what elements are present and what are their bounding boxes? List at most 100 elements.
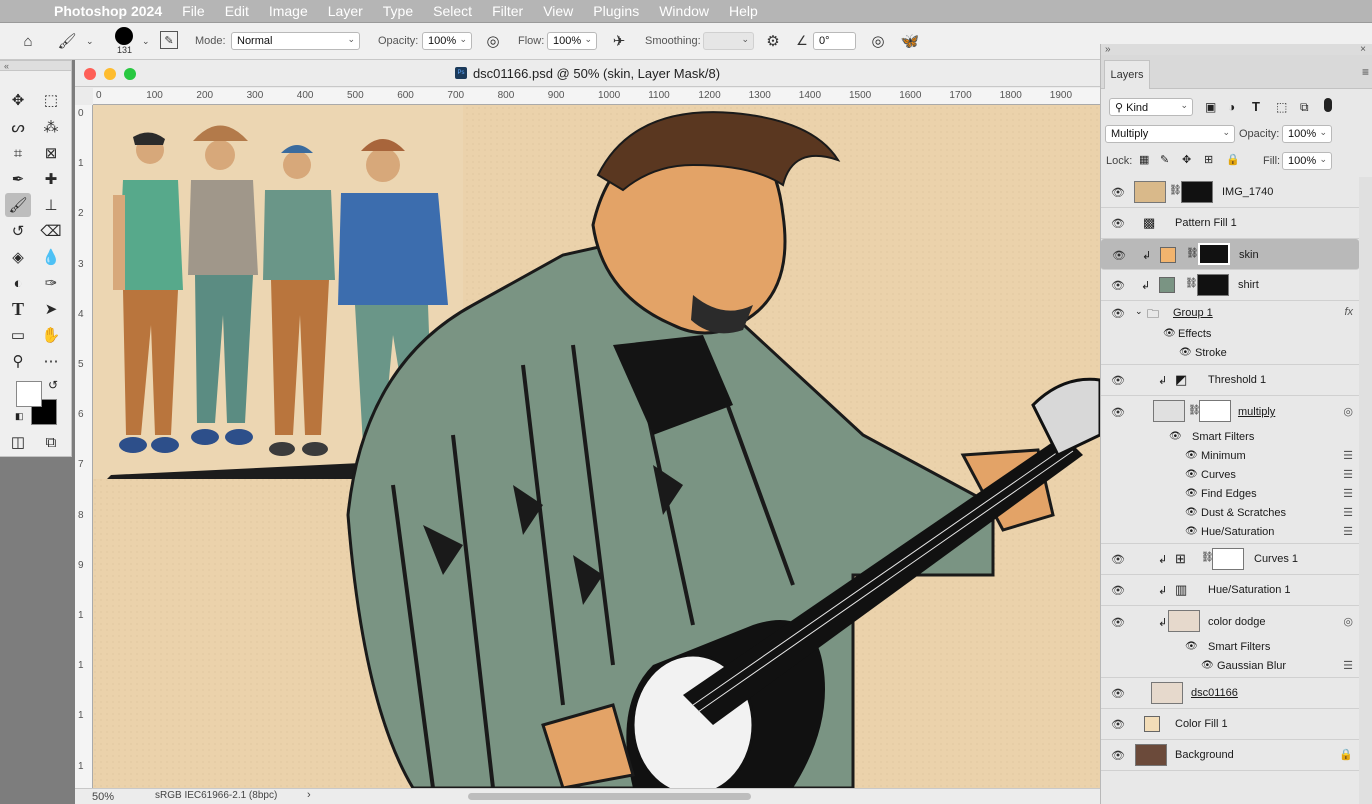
smart-filters-row[interactable]: 👁 Smart Filters [1101,638,1359,657]
visibility-eye-icon[interactable]: 👁 [1111,279,1125,292]
layer-row[interactable]: 👁 ↲ ◩ Threshold 1 [1101,365,1359,396]
flow-input[interactable]: 100% ⌄ [547,32,597,50]
layer-row[interactable]: 👁 Color Fill 1 [1101,709,1359,740]
quick-mask-icon[interactable]: ◫ [5,430,31,454]
brush-tool-icon[interactable]: 🖌 [5,193,31,217]
layers-panel-header[interactable]: » × [1101,44,1372,55]
visibility-eye-icon[interactable]: 👁 [1111,553,1125,566]
fill-input[interactable]: 100% ⌄ [1282,152,1332,170]
close-window-button[interactable] [84,68,96,80]
smart-filter-icon[interactable]: ◎ [1343,405,1353,418]
layer-group-row[interactable]: 👁 ⌄ 🗀 Group 1 fx [1101,301,1359,325]
ruler-vertical[interactable]: 0 1 2 3 4 5 6 7 8 9 1 1 1 1 [75,105,93,788]
smart-filter-row[interactable]: 👁 Find Edges ☰ [1101,485,1359,504]
eraser-icon[interactable]: ⌫ [38,219,64,243]
filter-shape-icon[interactable]: ⬚ [1276,100,1287,114]
filter-options-icon[interactable]: ☰ [1343,525,1353,538]
ruler-horizontal[interactable]: 0 100 200 300 400 500 600 700 800 900 1000 1100 1200… [93,88,1100,105]
menu-type[interactable]: Type [373,3,423,19]
layer-row[interactable]: 👁 ↲ ⊞ ⛓ Curves 1 [1101,544,1359,575]
menu-file[interactable]: File [172,3,215,19]
close-panel-icon[interactable]: × [1360,44,1366,55]
visibility-eye-icon[interactable]: 👁 [1201,660,1214,671]
filter-options-icon[interactable]: ☰ [1343,487,1353,500]
menu-filter[interactable]: Filter [482,3,533,19]
chevron-down-icon[interactable]: ⌄ [1135,306,1143,317]
smart-object-row[interactable]: 👁 ↲ color dodge ◎ [1101,606,1359,638]
move-tool-icon[interactable]: ✥ [5,88,31,112]
smart-filter-row[interactable]: 👁 Hue/Saturation ☰ [1101,523,1359,544]
angle-input[interactable]: 0° [813,32,856,50]
hand-tool-icon[interactable]: ✋ [38,323,64,347]
visibility-eye-icon[interactable]: 👁 [1112,249,1126,262]
visibility-eye-icon[interactable]: 👁 [1111,616,1125,629]
gear-icon[interactable]: ⚙ [763,31,783,51]
frame-tool-icon[interactable]: ⊠ [38,141,64,165]
fx-icon[interactable]: fx [1344,306,1353,318]
link-icon[interactable]: ⛓ [1169,185,1182,196]
zoom-window-button[interactable] [124,68,136,80]
visibility-eye-icon[interactable]: 👁 [1185,450,1198,461]
lock-artboard-icon[interactable]: ⊞ [1204,153,1213,166]
smart-filter-row[interactable]: 👁 Dust & Scratches ☰ [1101,504,1359,523]
filter-kind-select[interactable]: ⚲ Kind ⌄ [1109,98,1193,116]
filter-type-icon[interactable]: T [1252,99,1260,114]
layer-row[interactable]: 👁 ↲ ▥ Hue/Saturation 1 [1101,575,1359,606]
filter-options-icon[interactable]: ☰ [1343,659,1353,672]
lock-image-icon[interactable]: ✎ [1160,153,1169,166]
lasso-tool-icon[interactable]: ᔕ [5,115,31,139]
home-icon[interactable]: ⌂ [18,31,38,51]
rectangle-tool-icon[interactable]: ▭ [5,323,31,347]
dodge-tool-icon[interactable]: ◐ [5,271,31,295]
zoom-tool-icon[interactable]: ⚲ [5,349,31,373]
filter-options-icon[interactable]: ☰ [1343,506,1353,519]
filter-smart-object-icon[interactable]: ⧉ [1300,100,1309,115]
default-colors-icon[interactable]: ◧ [15,411,24,422]
menu-plugins[interactable]: Plugins [583,3,649,19]
brush-tool-icon[interactable]: 🖌 [57,31,77,51]
chevron-down-icon[interactable]: ⌄ [86,36,94,47]
visibility-eye-icon[interactable]: 👁 [1163,328,1176,339]
smart-filter-row[interactable]: 👁 Gaussian Blur ☰ [1101,657,1359,678]
crop-tool-icon[interactable]: ⌗ [5,141,31,165]
panel-menu-icon[interactable]: ≡ [1362,65,1369,79]
screen-mode-icon[interactable]: ⧉ [38,430,64,454]
smart-object-row[interactable]: 👁 ⛓ multiply ◎ [1101,396,1359,428]
menu-image[interactable]: Image [259,3,318,19]
filter-adjustment-icon[interactable]: ◑ [1228,100,1235,114]
mode-select[interactable]: Normal ⌄ [231,32,360,50]
layer-row[interactable]: 👁 Background 🔒 [1101,740,1359,771]
layer-row[interactable]: 👁 ⛓ IMG_1740 [1101,177,1359,208]
healing-brush-icon[interactable]: ✚ [38,167,64,191]
layer-row[interactable]: 👁 dsc01166 [1101,678,1359,709]
layer-row[interactable]: 👁 ▩ Pattern Fill 1 [1101,208,1359,239]
visibility-eye-icon[interactable]: 👁 [1111,687,1125,700]
visibility-eye-icon[interactable]: 👁 [1185,526,1198,537]
layer-row[interactable]: 👁 ↲ ⛓ shirt [1101,270,1359,301]
menu-edit[interactable]: Edit [215,3,259,19]
marquee-tool-icon[interactable]: ⬚ [38,88,64,112]
link-icon[interactable]: ⛓ [1186,248,1199,259]
visibility-eye-icon[interactable]: 👁 [1111,749,1125,762]
layer-row-selected[interactable]: 👁 ↲ ⛓ skin [1101,239,1359,270]
visibility-eye-icon[interactable]: 👁 [1185,641,1198,652]
tab-layers[interactable]: Layers [1104,60,1150,89]
layers-scrollbar[interactable] [1359,177,1372,804]
lock-position-icon[interactable]: ✥ [1182,153,1191,166]
smart-filter-icon[interactable]: ◎ [1343,615,1353,628]
visibility-eye-icon[interactable]: 👁 [1111,307,1125,320]
pen-tool-icon[interactable]: ✑ [38,271,64,295]
smart-filter-row[interactable]: 👁 Minimum ☰ [1101,447,1359,466]
canvas[interactable] [93,105,1100,788]
lock-transparent-icon[interactable]: ▦ [1139,153,1149,166]
effects-row[interactable]: 👁 Effects [1101,325,1359,344]
menu-window[interactable]: Window [649,3,719,19]
visibility-eye-icon[interactable]: 👁 [1185,488,1198,499]
brush-preview[interactable] [115,27,133,45]
clone-stamp-icon[interactable]: ⊥ [38,193,64,217]
chevron-right-icon[interactable]: › [307,789,311,801]
pressure-size-icon[interactable]: ◎ [868,31,888,51]
filter-options-icon[interactable]: ☰ [1343,468,1353,481]
visibility-eye-icon[interactable]: 👁 [1111,374,1125,387]
swap-colors-icon[interactable]: ↺ [48,378,58,392]
